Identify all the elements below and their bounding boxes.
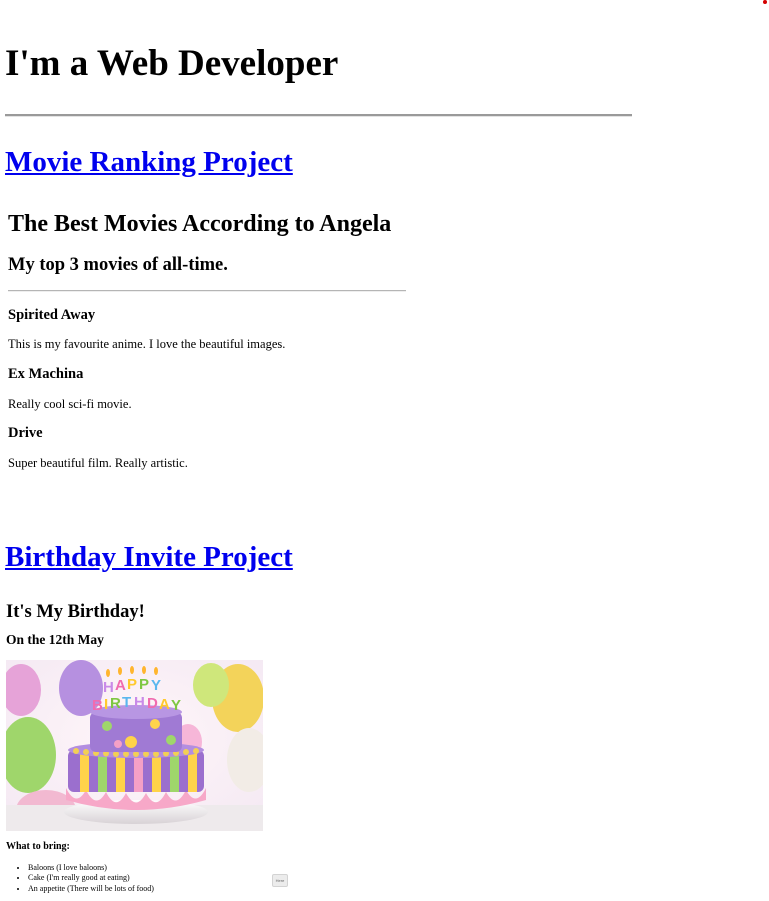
svg-text:T: T bbox=[122, 694, 131, 711]
svg-text:A: A bbox=[115, 677, 126, 694]
svg-text:P: P bbox=[139, 676, 149, 693]
svg-text:H: H bbox=[134, 694, 145, 711]
svg-text:I: I bbox=[104, 696, 108, 713]
movie-ranking-embed: The Best Movies According to Angela My t… bbox=[8, 196, 428, 496]
birthday-invite-project-link[interactable]: Birthday Invite Project bbox=[5, 537, 293, 577]
what-to-bring-heading: What to bring: bbox=[6, 841, 70, 852]
page-title: I'm a Web Developer bbox=[5, 43, 339, 84]
birthday-invite-embed: It's My Birthday! On the 12th May H A P … bbox=[6, 590, 306, 901]
movie-ranking-project-link[interactable]: Movie Ranking Project bbox=[5, 142, 293, 182]
movie-title: Ex Machina bbox=[8, 366, 84, 382]
birthday-cake-image: H A P P Y B I R T H D A Y bbox=[6, 660, 263, 831]
svg-text:Y: Y bbox=[171, 697, 181, 714]
movie-title: Drive bbox=[8, 425, 43, 441]
svg-text:H: H bbox=[103, 679, 114, 696]
birthday-cake-icon: H A P P Y B I R T H D A Y bbox=[6, 660, 263, 831]
movie-page-heading: The Best Movies According to Angela bbox=[8, 211, 392, 237]
birthday-heading: It's My Birthday! bbox=[6, 602, 145, 622]
list-item: Baloons (I love baloons) bbox=[28, 863, 154, 873]
svg-text:B: B bbox=[92, 697, 103, 714]
list-item: Cake (I'm really good at eating) bbox=[28, 873, 154, 883]
list-item: An appetite (There will be lots of food) bbox=[28, 884, 154, 894]
svg-text:A: A bbox=[159, 696, 170, 713]
svg-text:D: D bbox=[147, 695, 158, 712]
movie-divider bbox=[8, 290, 406, 292]
movie-description: This is my favourite anime. I love the b… bbox=[8, 337, 286, 351]
svg-text:Y: Y bbox=[151, 677, 161, 694]
main-divider bbox=[5, 114, 632, 117]
movie-title: Spirited Away bbox=[8, 307, 96, 323]
map-embed-placeholder[interactable]: Here bbox=[272, 874, 288, 887]
movie-description: Super beautiful film. Really artistic. bbox=[8, 456, 188, 470]
svg-text:P: P bbox=[127, 676, 137, 693]
svg-text:R: R bbox=[110, 695, 121, 712]
bring-list: Baloons (I love baloons) Cake (I'm reall… bbox=[6, 863, 154, 894]
birthday-date: On the 12th May bbox=[6, 632, 104, 647]
movie-page-subheading: My top 3 movies of all-time. bbox=[8, 255, 228, 275]
movie-description: Really cool sci-fi movie. bbox=[8, 397, 132, 411]
indicator-dot-icon bbox=[763, 0, 767, 4]
